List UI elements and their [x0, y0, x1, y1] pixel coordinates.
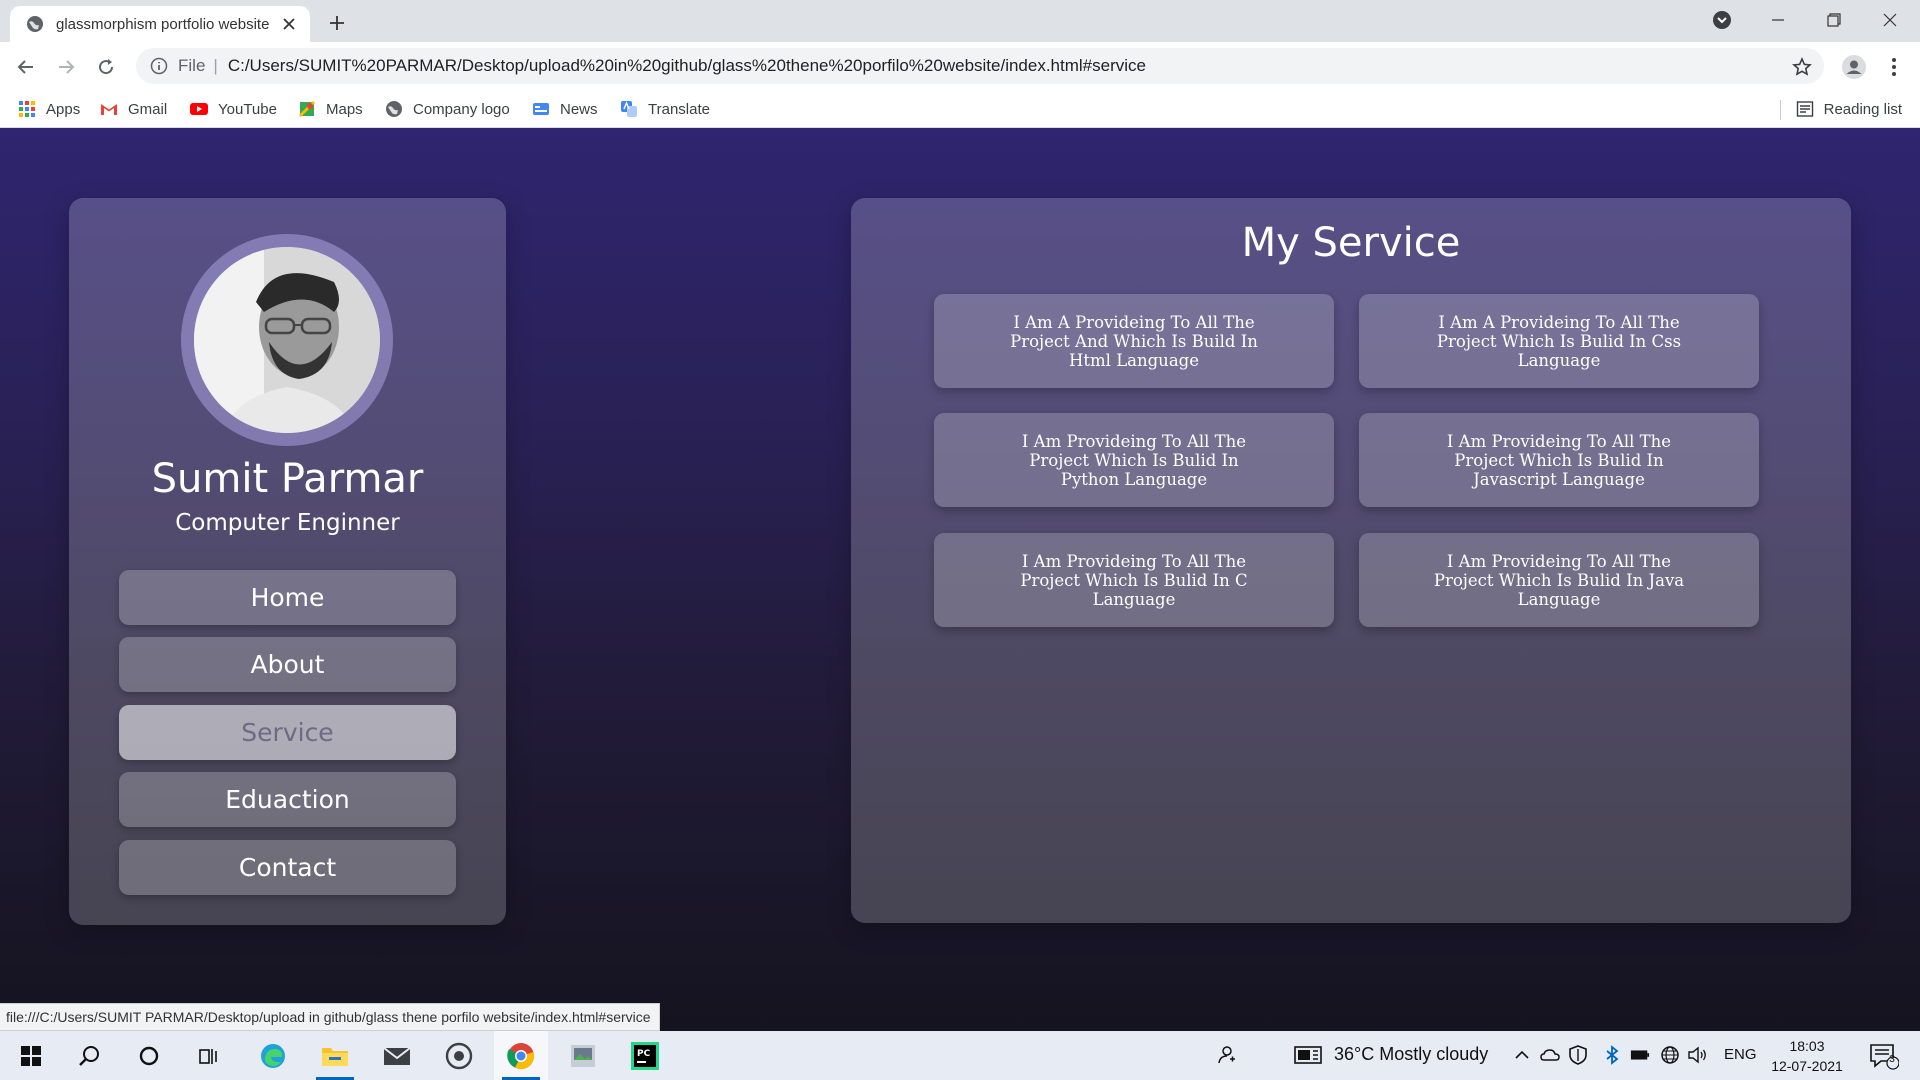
reload-icon[interactable]	[90, 51, 122, 83]
pycharm-icon[interactable]: PC	[618, 1031, 672, 1080]
tab-search-icon[interactable]	[1694, 0, 1750, 40]
weather-text[interactable]: 36°C Mostly cloudy	[1334, 1044, 1488, 1065]
cortana-icon[interactable]	[122, 1031, 176, 1080]
maps-icon	[298, 100, 316, 118]
close-tab-icon[interactable]	[278, 13, 300, 35]
service-card-css: I Am A Provideing To All The Project Whi…	[1359, 294, 1759, 388]
file-explorer-icon[interactable]	[308, 1031, 362, 1080]
globe-icon	[27, 16, 43, 32]
browser-tab-bar: glassmorphism portfolio website	[0, 0, 1920, 42]
bluetooth-icon[interactable]	[1602, 1045, 1622, 1065]
nav-contact-button[interactable]: Contact	[119, 840, 456, 895]
svg-text:PC: PC	[637, 1049, 651, 1059]
bookmark-label: News	[560, 100, 598, 118]
url-separator: |	[213, 56, 218, 75]
bookmark-label: Gmail	[128, 100, 168, 118]
service-card-python: I Am Provideing To All The Project Which…	[934, 413, 1334, 507]
onedrive-icon[interactable]	[1540, 1045, 1560, 1065]
nav-about-button[interactable]: About	[119, 637, 456, 692]
notification-center-icon[interactable]: 3	[1868, 1041, 1900, 1071]
youtube-icon	[190, 103, 208, 115]
address-bar[interactable]: File | C:/Users/SUMIT%20PARMAR/Desktop/u…	[136, 48, 1824, 84]
bookmark-news[interactable]: News	[532, 96, 598, 122]
translate-icon	[621, 101, 637, 117]
forward-icon[interactable]	[50, 51, 82, 83]
back-icon[interactable]	[10, 51, 42, 83]
nav-service-button[interactable]: Service	[119, 705, 456, 760]
bookmark-apps[interactable]: Apps	[18, 96, 80, 122]
bookmarks-divider	[1780, 100, 1781, 120]
bookmark-label: YouTube	[218, 100, 277, 118]
service-card-javascript: I Am Provideing To All The Project Which…	[1359, 413, 1759, 507]
edge-browser-icon[interactable]	[246, 1031, 300, 1080]
restore-icon[interactable]	[1806, 0, 1862, 40]
bookmark-label: Apps	[46, 100, 81, 118]
bookmark-label: Maps	[326, 100, 363, 118]
bookmarks-bar: Apps Gmail YouTube Maps Company logo New…	[0, 90, 1920, 128]
reading-list-icon	[1796, 101, 1813, 117]
chrome-browser-icon[interactable]	[494, 1031, 548, 1080]
mail-icon[interactable]	[370, 1031, 424, 1080]
avatar	[194, 247, 380, 433]
notification-count: 3	[1889, 1054, 1895, 1065]
windows-taskbar: PC 36°C Mostly cloudy ENG 18:03 12-07-20…	[0, 1031, 1920, 1080]
bookmark-label: Company logo	[413, 100, 510, 118]
network-globe-icon[interactable]	[1660, 1045, 1680, 1065]
system-clock[interactable]: 18:03 12-07-2021	[1762, 1036, 1852, 1076]
url-scheme: File	[178, 56, 206, 75]
close-window-icon[interactable]	[1862, 0, 1918, 40]
profile-card: Sumit Parmar Computer Enginner Home Abou…	[69, 198, 506, 925]
info-icon[interactable]	[150, 57, 168, 75]
bookmark-label: Translate	[648, 100, 710, 118]
battery-icon[interactable]	[1630, 1045, 1650, 1065]
bookmark-company-logo[interactable]: Company logo	[385, 96, 510, 122]
reading-list-button[interactable]: Reading list	[1796, 96, 1902, 122]
start-icon[interactable]	[4, 1031, 58, 1080]
reading-list-label: Reading list	[1823, 100, 1902, 118]
gmail-icon	[101, 104, 117, 115]
url-text[interactable]: C:/Users/SUMIT%20PARMAR/Desktop/upload%2…	[228, 56, 1146, 76]
bookmark-maps[interactable]: Maps	[298, 96, 363, 122]
people-icon[interactable]	[1216, 1045, 1236, 1065]
service-card-java: I Am Provideing To All The Project Which…	[1359, 533, 1759, 627]
avatar-ring	[181, 234, 393, 446]
media-player-icon[interactable]	[432, 1031, 486, 1080]
new-tab-icon[interactable]	[322, 8, 352, 38]
photos-app-icon[interactable]	[556, 1031, 610, 1080]
task-view-icon[interactable]	[182, 1031, 236, 1080]
input-language[interactable]: ENG	[1724, 1046, 1757, 1063]
status-bar-url: file:///C:/Users/SUMIT PARMAR/Desktop/up…	[0, 1003, 660, 1031]
service-panel: My Service I Am A Provideing To All The …	[851, 198, 1851, 923]
menu-kebab-icon[interactable]	[1880, 51, 1908, 83]
chevron-up-icon[interactable]	[1512, 1045, 1532, 1065]
news-icon	[533, 103, 549, 115]
bookmark-star-icon[interactable]	[1786, 51, 1818, 83]
globe-icon	[386, 101, 402, 117]
profile-role: Computer Enginner	[175, 510, 400, 536]
clock-date: 12-07-2021	[1771, 1058, 1843, 1074]
security-shield-icon[interactable]	[1568, 1045, 1588, 1065]
tab-title: glassmorphism portfolio website	[56, 15, 270, 33]
profile-name: Sumit Parmar	[151, 456, 424, 502]
clock-time: 18:03	[1789, 1038, 1825, 1054]
nav-education-button[interactable]: Eduaction	[119, 772, 456, 827]
portfolio-page: Sumit Parmar Computer Enginner Home Abou…	[0, 128, 1920, 1031]
volume-icon[interactable]	[1688, 1045, 1708, 1065]
browser-toolbar: File | C:/Users/SUMIT%20PARMAR/Desktop/u…	[0, 42, 1920, 90]
service-card-html: I Am A Provideing To All The Project And…	[934, 294, 1334, 388]
apps-grid-icon	[19, 101, 35, 117]
profile-avatar-icon[interactable]	[1838, 51, 1870, 83]
nav-home-button[interactable]: Home	[119, 570, 456, 625]
minimize-icon[interactable]	[1750, 0, 1806, 40]
bookmark-translate[interactable]: Translate	[620, 96, 710, 122]
bookmark-youtube[interactable]: YouTube	[190, 96, 277, 122]
bookmark-gmail[interactable]: Gmail	[100, 96, 167, 122]
weather-icon[interactable]	[1294, 1045, 1322, 1065]
service-title: My Service	[1241, 220, 1461, 266]
browser-tab[interactable]: glassmorphism portfolio website	[10, 6, 310, 42]
service-card-c: I Am Provideing To All The Project Which…	[934, 533, 1334, 627]
search-icon[interactable]	[62, 1031, 116, 1080]
